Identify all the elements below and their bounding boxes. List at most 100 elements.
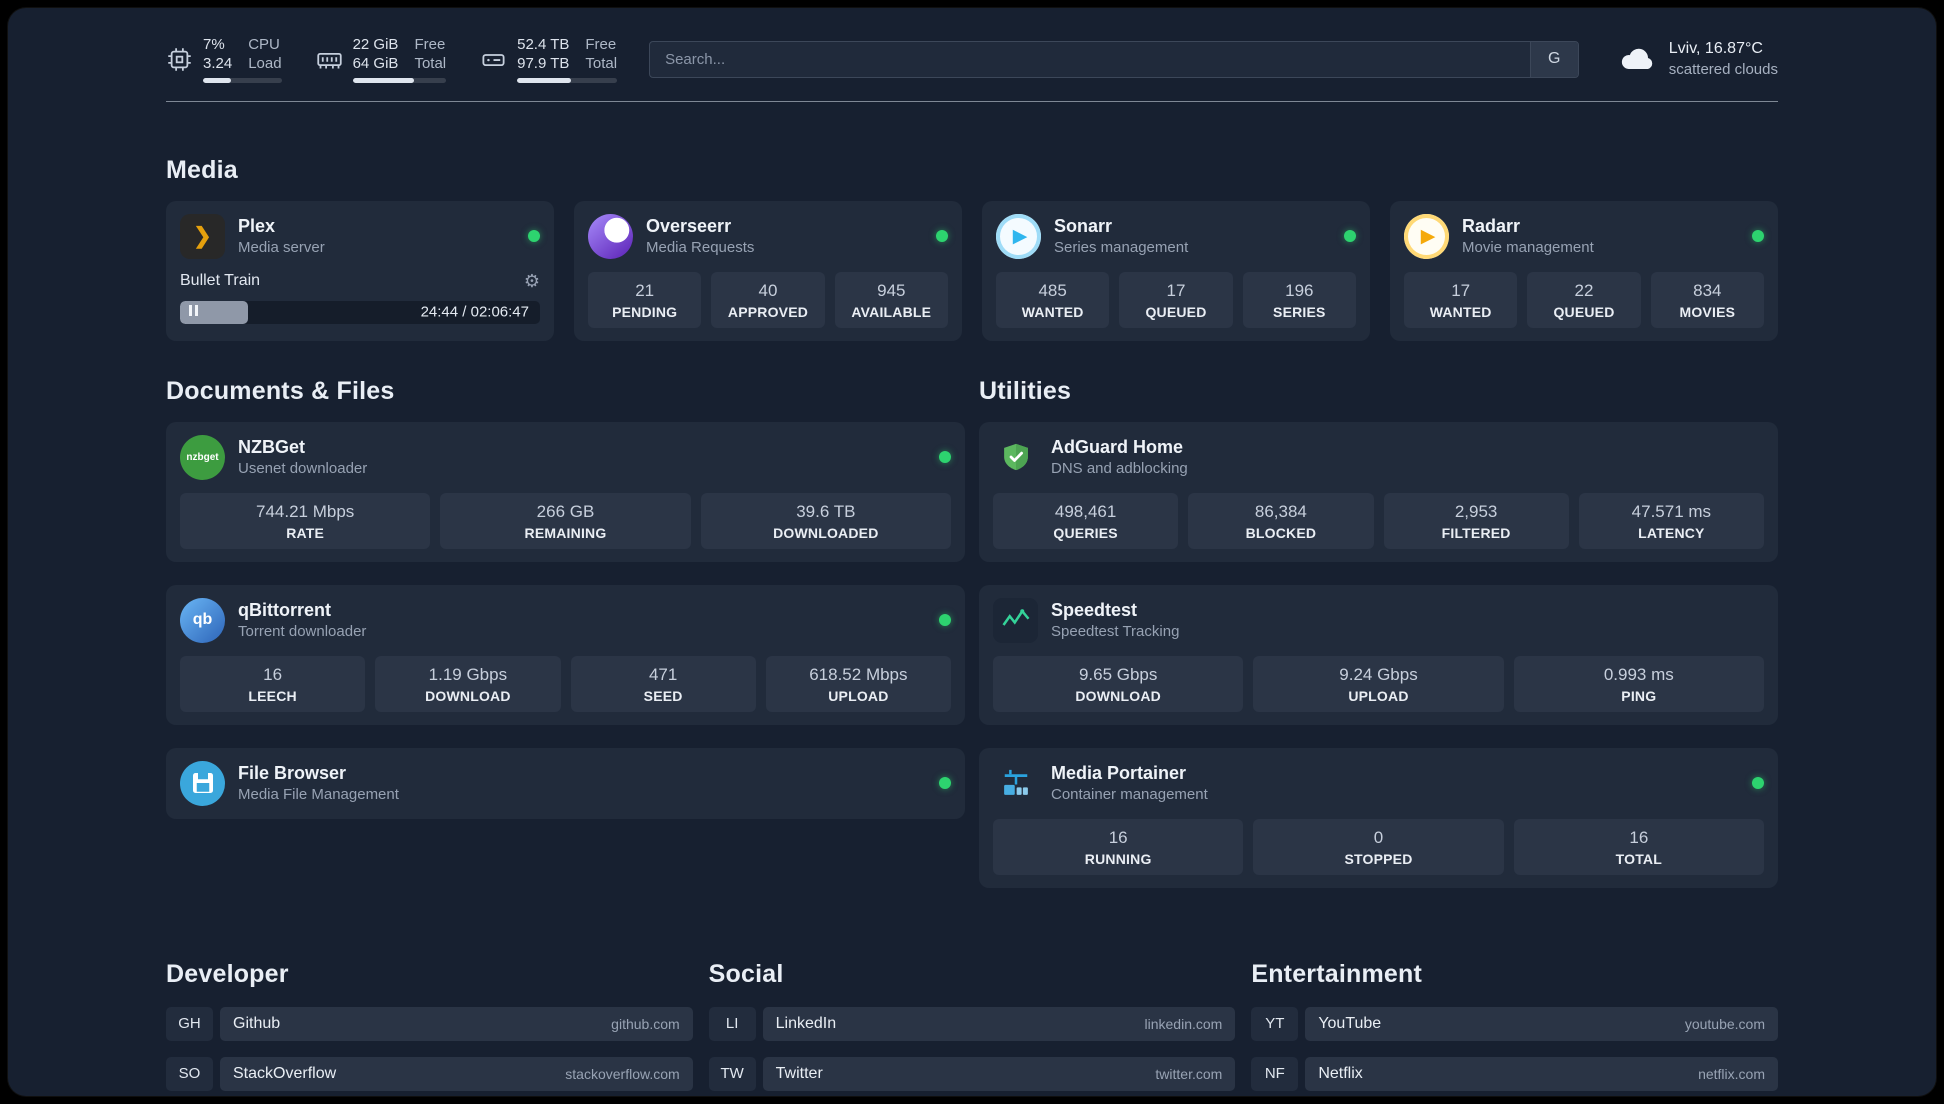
- memory-progress-bar: [352, 77, 447, 83]
- stat-block: 9.65 Gbps DOWNLOAD: [993, 655, 1244, 712]
- search-provider-button[interactable]: G: [1529, 41, 1578, 77]
- service-card-adguard[interactable]: AdGuard Home DNS and adblocking 498,461 …: [979, 421, 1778, 562]
- status-dot: [936, 230, 948, 242]
- memory-widget: 22 GiB 64 GiB Free Total: [316, 36, 447, 83]
- service-card-portainer[interactable]: Media Portainer Container management 16 …: [979, 747, 1778, 888]
- stat-block: 39.6 TB DOWNLOADED: [700, 492, 951, 549]
- service-card-overseerr[interactable]: Overseerr Media Requests 21 PENDING 40 A…: [574, 200, 962, 341]
- bookmark-stackoverflow[interactable]: SO StackOverflow stackoverflow.com: [166, 1056, 693, 1091]
- speedtest-icon: [993, 597, 1038, 643]
- stat-block: 618.52 Mbps UPLOAD: [765, 655, 951, 712]
- section-title-utilities: Utilities: [979, 376, 1072, 405]
- bookmark-abbr: LI: [708, 1006, 756, 1041]
- cpu-usage-label: CPU: [248, 36, 280, 53]
- status-dot: [939, 451, 951, 463]
- bookmark-url: netflix.com: [1698, 1065, 1765, 1082]
- search-input[interactable]: [650, 41, 1530, 77]
- stat-block: 0 STOPPED: [1253, 818, 1504, 875]
- playback-progress-bar: 24:44 / 02:06:47: [180, 300, 540, 324]
- stat-block: 945 AVAILABLE: [834, 271, 948, 328]
- stat-block: 1.19 Gbps DOWNLOAD: [375, 655, 561, 712]
- service-card-sonarr[interactable]: ▶ Sonarr Series management 485 WANTED 17…: [982, 200, 1370, 341]
- plex-now-playing: Bullet Train ⚙ 24:44 / 02:06:47: [180, 271, 540, 324]
- service-description: Usenet downloader: [238, 459, 368, 477]
- bookmark-name: LinkedIn: [775, 1014, 837, 1032]
- gear-icon[interactable]: ⚙: [524, 271, 540, 292]
- memory-total-label: Total: [414, 54, 447, 72]
- bookmark-group-social: Social LI LinkedIn linkedin.com TW Twitt…: [708, 959, 1236, 1097]
- section-title-social: Social: [708, 959, 784, 988]
- service-description: Media server: [238, 238, 325, 256]
- stat-block: 485 WANTED: [996, 271, 1110, 328]
- weather-widget: Lviv, 16.87°C scattered clouds: [1617, 39, 1778, 79]
- service-card-speedtest[interactable]: Speedtest Speedtest Tracking 9.65 Gbps D…: [979, 584, 1778, 725]
- service-description: Movie management: [1462, 238, 1594, 256]
- service-card-qbittorrent[interactable]: qb qBittorrent Torrent downloader 16 LEE…: [166, 584, 965, 725]
- bookmark-group-entertainment: Entertainment YT YouTube youtube.com NF …: [1251, 960, 1778, 1097]
- dashboard-window: 7% 3.24 CPU Load 22 GiB 64 GiB Free Tota…: [8, 8, 1936, 1096]
- memory-free-value: 22 GiB: [352, 36, 399, 53]
- service-description: Container management: [1051, 785, 1208, 803]
- status-dot: [939, 614, 951, 626]
- cpu-usage-value: 7%: [203, 36, 225, 53]
- cpu-widget: 7% 3.24 CPU Load: [166, 36, 282, 83]
- service-card-nzbget[interactable]: nzbget NZBGet Usenet downloader 744.21 M…: [166, 421, 965, 562]
- cpu-icon: [166, 46, 193, 73]
- bookmark-netflix[interactable]: NF Netflix netflix.com: [1251, 1056, 1778, 1091]
- qbittorrent-icon: qb: [180, 597, 225, 643]
- section-title-documents: Documents & Files: [166, 376, 395, 405]
- bookmark-name: StackOverflow: [233, 1064, 337, 1082]
- section-title-media: Media: [166, 155, 238, 184]
- bookmark-name: YouTube: [1318, 1014, 1382, 1032]
- stat-block: 40 APPROVED: [711, 271, 825, 328]
- topbar: 7% 3.24 CPU Load 22 GiB 64 GiB Free Tota…: [166, 36, 1778, 83]
- stat-block: 498,461 QUERIES: [993, 492, 1179, 549]
- service-name: Speedtest: [1051, 599, 1138, 620]
- portainer-icon: [993, 761, 1038, 806]
- service-name: Media Portainer: [1051, 762, 1187, 783]
- disk-progress-bar: [517, 77, 618, 83]
- sonarr-icon: ▶: [996, 213, 1041, 259]
- section-title-entertainment: Entertainment: [1251, 959, 1423, 988]
- stat-block: 9.24 Gbps UPLOAD: [1253, 655, 1504, 712]
- now-playing-title: Bullet Train: [180, 272, 261, 289]
- service-card-filebrowser[interactable]: File Browser Media File Management: [166, 747, 965, 819]
- section-documents: Documents & Files nzbget NZBGet Usenet d…: [166, 377, 965, 888]
- stat-block: 86,384 BLOCKED: [1188, 492, 1374, 549]
- memory-icon: [316, 46, 343, 73]
- bookmark-youtube[interactable]: YT YouTube youtube.com: [1251, 1006, 1778, 1041]
- stat-block: 17 QUEUED: [1119, 271, 1233, 328]
- service-description: Media Requests: [646, 238, 755, 256]
- status-dot: [1344, 230, 1356, 242]
- service-description: Series management: [1054, 238, 1189, 256]
- memory-total-value: 64 GiB: [352, 54, 399, 72]
- adguard-icon: [993, 435, 1038, 480]
- memory-free-label: Free: [414, 36, 446, 53]
- service-name: qBittorrent: [238, 599, 331, 620]
- search-bar: G: [649, 40, 1579, 78]
- plex-icon: ❯: [180, 213, 225, 259]
- stat-block: 16 RUNNING: [993, 818, 1244, 875]
- service-name: Plex: [238, 215, 276, 236]
- stat-block: 22 QUEUED: [1527, 271, 1641, 328]
- section-media: Media ❯ Plex Media server Bullet Train ⚙: [166, 156, 1778, 341]
- bookmark-url: github.com: [611, 1015, 680, 1032]
- service-name: Radarr: [1462, 215, 1521, 236]
- service-card-radarr[interactable]: ▶ Radarr Movie management 17 WANTED 22 Q…: [1390, 200, 1778, 341]
- service-description: Speedtest Tracking: [1051, 622, 1180, 640]
- stat-block: 744.21 Mbps RATE: [180, 492, 431, 549]
- bookmark-github[interactable]: GH Github github.com: [166, 1006, 693, 1041]
- radarr-icon: ▶: [1404, 213, 1449, 259]
- service-name: NZBGet: [238, 436, 305, 457]
- cpu-load-value: 3.24: [203, 54, 233, 72]
- service-description: Media File Management: [238, 785, 399, 803]
- bookmark-abbr: TW: [708, 1056, 756, 1091]
- disk-free-value: 52.4 TB: [517, 36, 570, 53]
- disk-widget: 52.4 TB 97.9 TB Free Total: [480, 36, 618, 83]
- status-dot: [939, 777, 951, 789]
- bookmark-linkedin[interactable]: LI LinkedIn linkedin.com: [708, 1006, 1236, 1041]
- bookmark-twitter[interactable]: TW Twitter twitter.com: [708, 1056, 1236, 1091]
- service-card-plex[interactable]: ❯ Plex Media server Bullet Train ⚙ 24:44…: [166, 200, 554, 341]
- bookmark-url: twitter.com: [1155, 1065, 1223, 1082]
- disk-total-label: Total: [585, 54, 618, 72]
